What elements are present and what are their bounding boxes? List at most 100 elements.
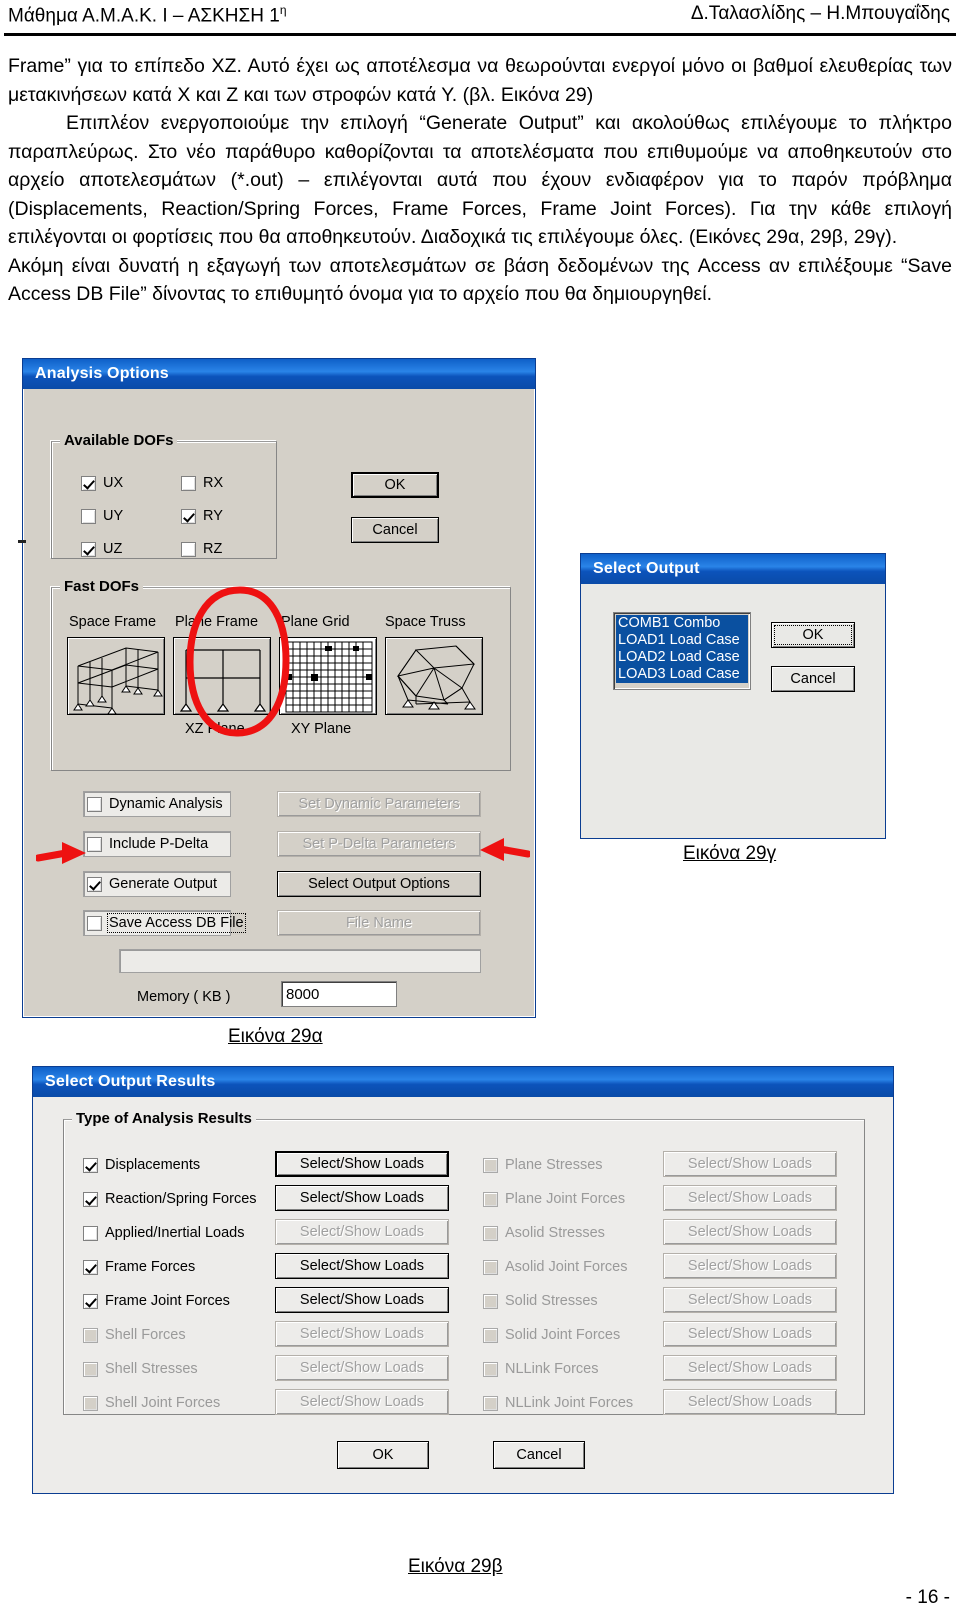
result-row-nllink-joint-forces[interactable]: NLLink Joint Forces [483,1395,633,1411]
checkbox-dynamic-analysis-icon[interactable] [87,796,102,812]
include-pdelta-checkbox[interactable]: Include P-Delta [87,836,208,852]
checkbox-shell-stresses-icon[interactable] [83,1361,98,1377]
checkbox-nllink-joint-forces-icon[interactable] [483,1395,498,1411]
select-show-loads-asolid-stresses-button[interactable]: Select/Show Loads [663,1219,837,1245]
result-row-solid-stresses[interactable]: Solid Stresses [483,1293,598,1309]
memory-input[interactable]: 8000 [281,981,397,1007]
result-row-plane-stresses[interactable]: Plane Stresses [483,1157,603,1173]
dof-checkbox-rx[interactable]: RX [181,475,223,491]
dynamic-analysis-checkbox[interactable]: Dynamic Analysis [87,796,223,812]
checkbox-rz-icon[interactable] [181,541,196,557]
select-output-options-button[interactable]: Select Output Options [277,871,481,897]
checkbox-nllink-forces-icon[interactable] [483,1361,498,1377]
checkbox-displacements-icon[interactable] [83,1157,98,1173]
select-show-loads-shell-stresses-button[interactable]: Select/Show Loads [275,1355,449,1381]
result-row-shell-stresses[interactable]: Shell Stresses [83,1361,198,1377]
checkbox-uz-icon[interactable] [81,541,96,557]
result-row-nllink-forces[interactable]: NLLink Forces [483,1361,598,1377]
checkbox-plane-stresses-icon[interactable] [483,1157,498,1173]
select-show-loads-plane-stresses-button[interactable]: Select/Show Loads [663,1151,837,1177]
select-show-loads-displacements-button[interactable]: Select/Show Loads [275,1151,449,1177]
checkbox-save-access-db-icon[interactable] [87,915,102,931]
checkbox-reaction-spring-forces-icon[interactable] [83,1191,98,1207]
select-show-loads-shell-forces-button[interactable]: Select/Show Loads [275,1321,449,1347]
select-show-loads-nllink-joint-forces-button[interactable]: Select/Show Loads [663,1389,837,1415]
result-row-displacements[interactable]: Displacements [83,1157,200,1173]
checkbox-shell-joint-forces-icon[interactable] [83,1395,98,1411]
analysis-options-cancel-button[interactable]: Cancel [351,517,439,543]
select-output-results-dialog: Select Output Results Type of Analysis R… [32,1066,894,1494]
result-row-frame-joint-forces[interactable]: Frame Joint Forces [83,1293,230,1309]
select-show-loads-frame-forces-button[interactable]: Select/Show Loads [275,1253,449,1279]
save-access-db-checkbox[interactable]: Save Access DB File [87,913,246,933]
include-pdelta-label: Include P-Delta [109,836,209,852]
fast-dof-tile-plane-grid[interactable] [279,637,377,715]
select-show-loads-plane-joint-label: Select/Show Loads [687,1190,813,1206]
select-output-ok-button[interactable]: OK [771,622,855,648]
result-row-asolid-joint-forces[interactable]: Asolid Joint Forces [483,1259,628,1275]
save-access-db-label: Save Access DB File [107,913,246,933]
select-show-loads-asolid-joint-forces-button[interactable]: Select/Show Loads [663,1253,837,1279]
checkbox-uy-icon[interactable] [81,508,96,524]
checkbox-asolid-joint-forces-icon[interactable] [483,1259,498,1275]
select-output-results-cancel-button[interactable]: Cancel [493,1441,585,1469]
set-dynamic-parameters-button[interactable]: Set Dynamic Parameters [277,791,481,817]
file-name-button[interactable]: File Name [277,910,481,936]
select-output-cancel-button[interactable]: Cancel [771,666,855,692]
file-name-input[interactable] [119,949,481,973]
result-row-asolid-stresses[interactable]: Asolid Stresses [483,1225,605,1241]
set-pdelta-parameters-button[interactable]: Set P-Delta Parameters [277,831,481,857]
caption-figure-29a: Εικόνα 29α [228,1026,323,1047]
select-show-loads-shell-joint-forces-button[interactable]: Select/Show Loads [275,1389,449,1415]
result-row-shell-joint-forces[interactable]: Shell Joint Forces [83,1395,220,1411]
fast-dof-tile-plane-frame[interactable] [173,637,271,715]
checkbox-applied-inertial-loads-icon[interactable] [83,1225,98,1241]
checkbox-rx-icon[interactable] [181,475,196,491]
checkbox-solid-joint-forces-icon[interactable] [483,1327,498,1343]
select-output-results-ok-button[interactable]: OK [337,1441,429,1469]
fast-dof-tile-space-truss[interactable] [385,637,483,715]
dof-checkbox-rz[interactable]: RZ [181,541,222,557]
result-row-plane-joint-forces[interactable]: Plane Joint Forces [483,1191,625,1207]
checkbox-asolid-stresses-icon[interactable] [483,1225,498,1241]
set-pdelta-parameters-label: Set P-Delta Parameters [302,836,456,852]
checkbox-solid-stresses-icon[interactable] [483,1293,498,1309]
select-show-loads-reaction-spring-forces-button[interactable]: Select/Show Loads [275,1185,449,1211]
select-show-loads-frame-joint-forces-button[interactable]: Select/Show Loads [275,1287,449,1313]
checkbox-frame-forces-icon[interactable] [83,1259,98,1275]
paragraph-1: Frame” για το επίπεδο ΧΖ. Αυτό έχει ως α… [8,55,952,106]
document-body: Frame” για το επίπεδο ΧΖ. Αυτό έχει ως α… [8,52,952,309]
select-show-loads-applied-inertial-button[interactable]: Select/Show Loads [275,1219,449,1245]
fast-dof-tile-space-frame[interactable] [67,637,165,715]
dof-checkbox-ry[interactable]: RY [181,508,223,524]
dof-checkbox-uz[interactable]: UZ [81,541,122,557]
dof-checkbox-ux[interactable]: UX [81,475,123,491]
checkbox-include-pdelta-icon[interactable] [87,836,102,852]
generate-output-label: Generate Output [109,876,218,892]
list-item-load2[interactable]: LOAD2 Load Case [616,649,748,666]
select-show-loads-solid-stresses-button[interactable]: Select/Show Loads [663,1287,837,1313]
result-row-shell-forces[interactable]: Shell Forces [83,1327,186,1343]
checkbox-generate-output-icon[interactable] [87,876,102,892]
dof-checkbox-uy[interactable]: UY [81,508,123,524]
select-show-loads-nllink-forces-button[interactable]: Select/Show Loads [663,1355,837,1381]
checkbox-shell-forces-icon[interactable] [83,1327,98,1343]
select-output-listbox[interactable]: COMB1 Combo LOAD1 Load Case LOAD2 Load C… [613,612,751,690]
checkbox-ry-icon[interactable] [181,508,196,524]
checkbox-plane-joint-forces-icon[interactable] [483,1191,498,1207]
result-row-frame-forces[interactable]: Frame Forces [83,1259,195,1275]
list-item-load3[interactable]: LOAD3 Load Case [616,666,748,683]
result-row-reaction-spring-forces[interactable]: Reaction/Spring Forces [83,1191,257,1207]
generate-output-checkbox[interactable]: Generate Output [87,876,217,892]
list-item-load1[interactable]: LOAD1 Load Case [616,632,748,649]
result-row-solid-joint-forces[interactable]: Solid Joint Forces [483,1327,620,1343]
select-show-loads-solid-joint-forces-button[interactable]: Select/Show Loads [663,1321,837,1347]
analysis-options-ok-button[interactable]: OK [351,472,439,498]
checkbox-ux-icon[interactable] [81,475,96,491]
checkbox-frame-joint-forces-icon[interactable] [83,1293,98,1309]
list-item-comb1[interactable]: COMB1 Combo [616,615,748,632]
select-show-loads-plane-joint-forces-button[interactable]: Select/Show Loads [663,1185,837,1211]
select-show-loads-solid-joint-label: Select/Show Loads [687,1326,813,1342]
select-output-titlebar: Select Output [581,554,885,584]
result-row-applied-inertial-loads[interactable]: Applied/Inertial Loads [83,1225,244,1241]
